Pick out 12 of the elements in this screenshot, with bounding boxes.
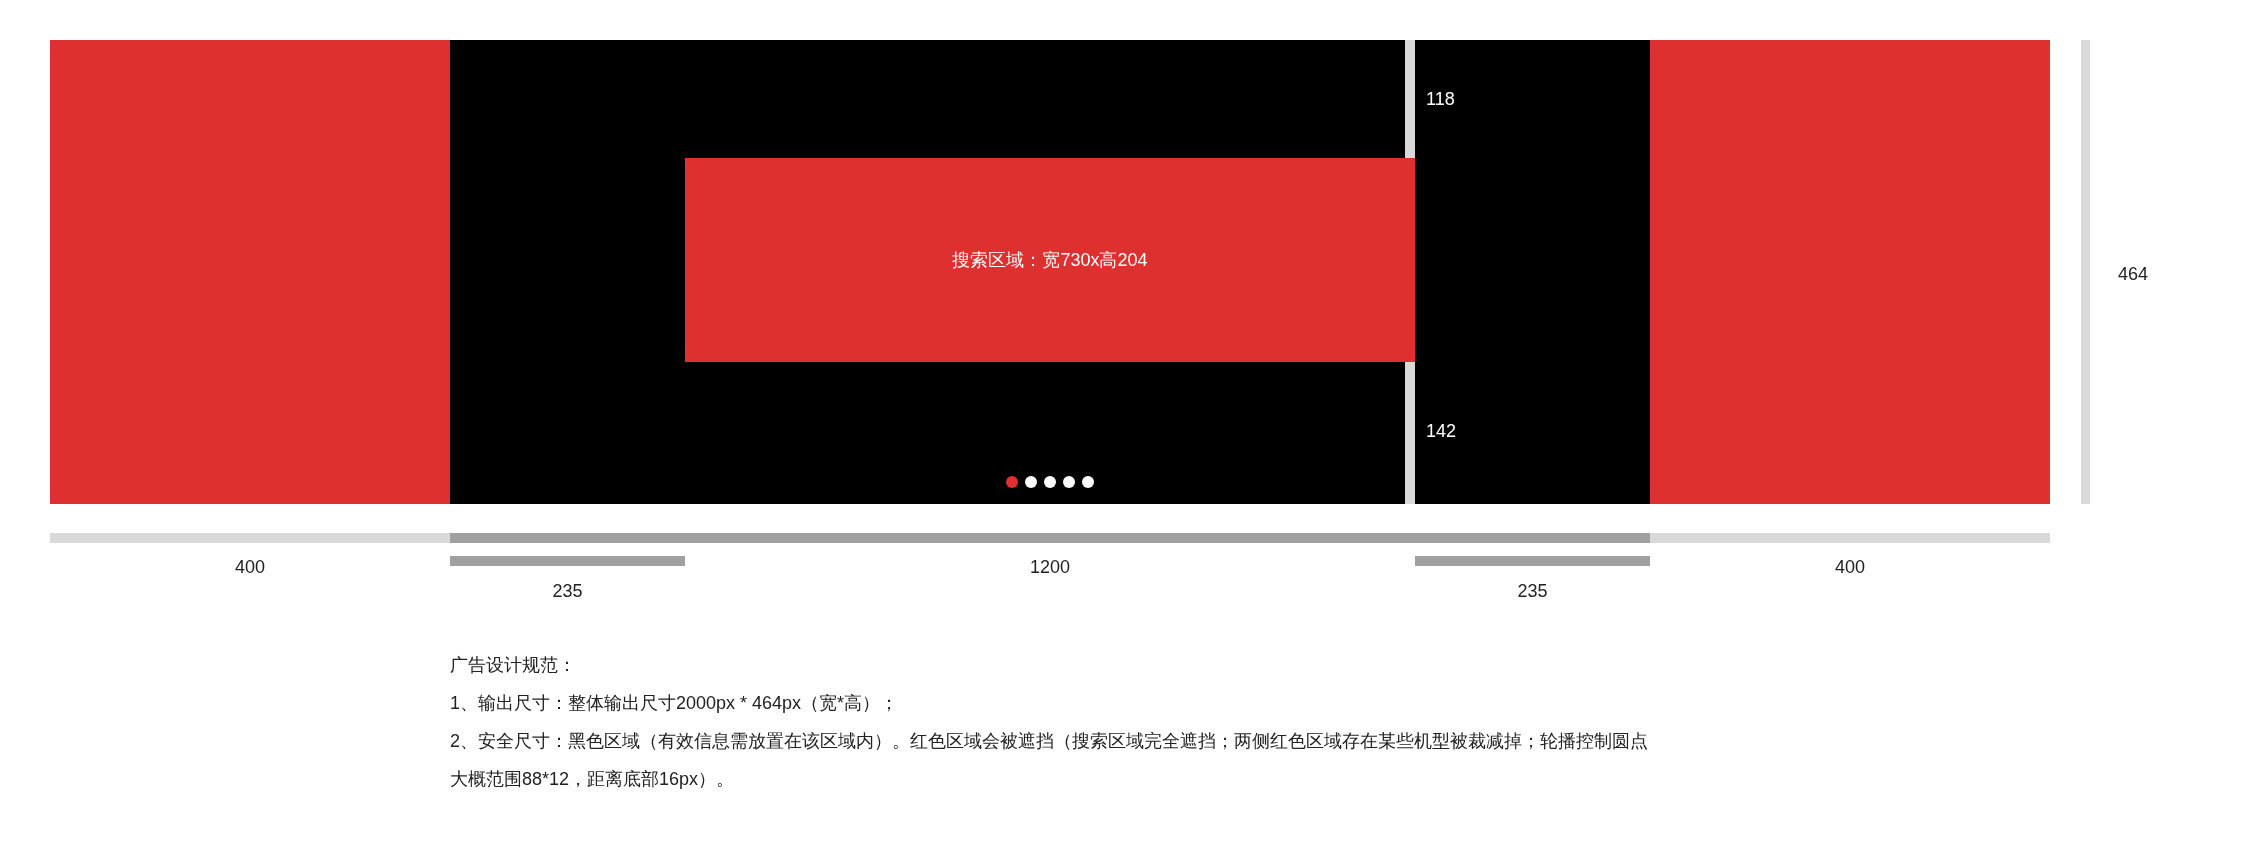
gap-label: 235 <box>1516 581 1549 602</box>
width-label: 400 <box>1834 557 1865 577</box>
notes-line: 2、安全尺寸：黑色区域（有效信息需放置在该区域内）。红色区域会被遮挡（搜索区域完全遮挡；两侧红色区域存在某些机型被裁减掉；轮播控制圆点大概范围88*12，距离底部16px）。 <box>450 730 1649 791</box>
width-label: 1200 <box>1029 557 1070 577</box>
notes-line: 1、输出尺寸：整体输出尺寸2000px * 464px（宽*高）； <box>450 692 900 715</box>
bottom-gap-label: 142 <box>1426 421 1457 442</box>
height-label: 464 <box>2118 264 2149 285</box>
width-label: 400 <box>234 557 265 577</box>
notes-title: 广告设计规范： <box>450 654 577 677</box>
search-area: 搜索区域：宽730x高204 <box>685 158 1415 362</box>
gap-label: 235 <box>551 581 584 602</box>
top-gap-label: 118 <box>1426 89 1455 110</box>
